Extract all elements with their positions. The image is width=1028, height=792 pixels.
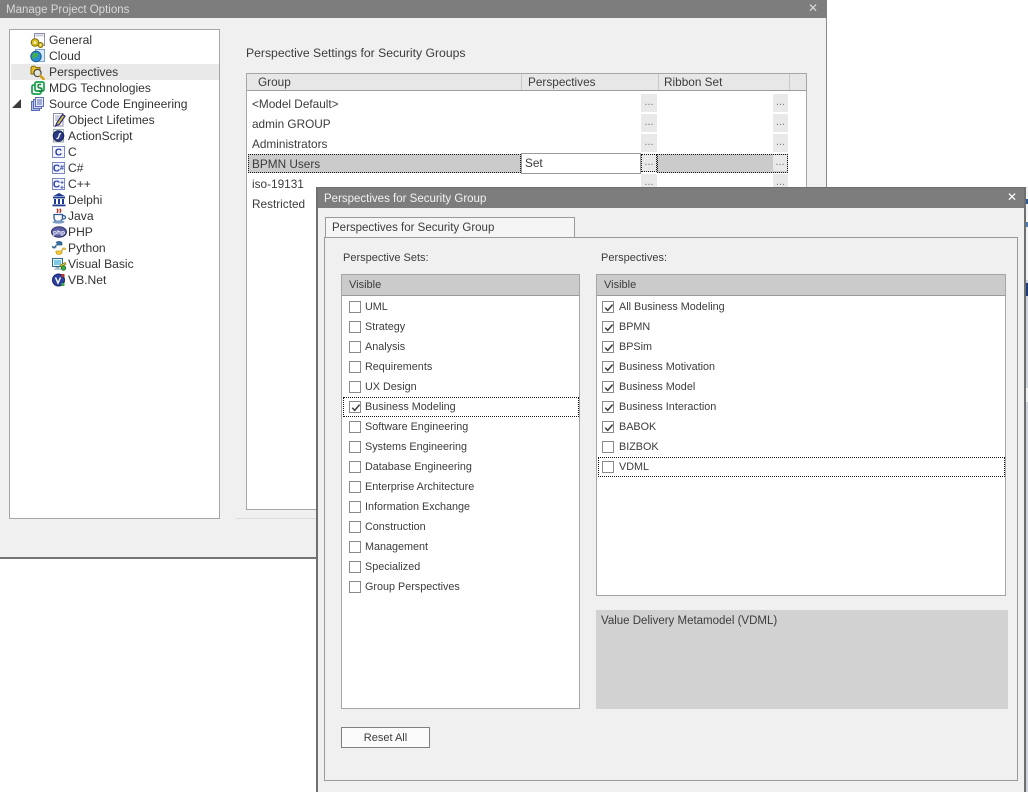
svg-text:C: C [53, 164, 60, 175]
svg-text:+: + [60, 185, 64, 192]
svg-text:C: C [55, 148, 62, 159]
svg-text:C: C [53, 180, 60, 191]
svg-text:#: # [60, 165, 64, 172]
svg-text:php: php [53, 230, 65, 237]
